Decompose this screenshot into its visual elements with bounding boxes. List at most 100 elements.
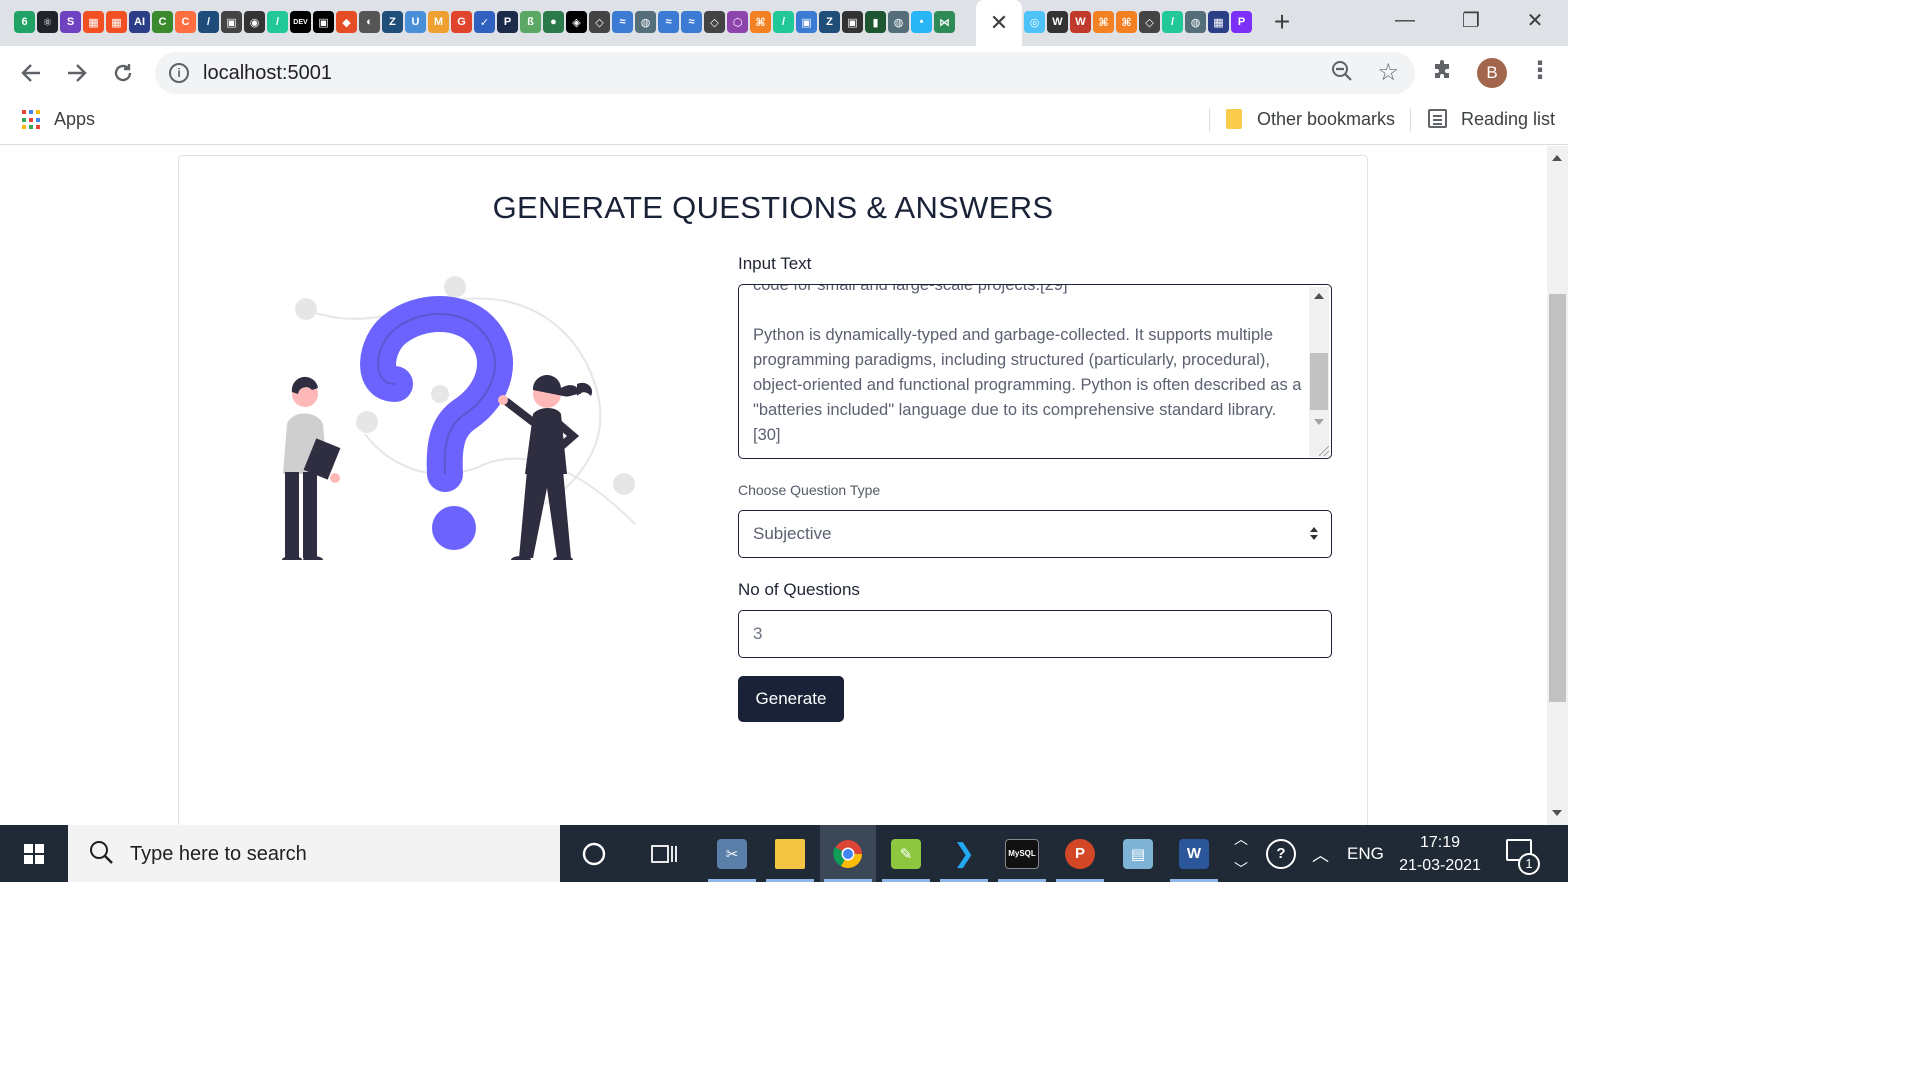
tab-favicon[interactable]: W (1047, 11, 1068, 33)
tab-favicon[interactable]: ▦ (1208, 11, 1229, 33)
tab-favicon[interactable]: ◉ (244, 11, 265, 33)
page-scrollbar[interactable] (1547, 146, 1568, 825)
tab-favicon[interactable]: / (267, 11, 288, 33)
browser-menu-icon[interactable]: ⋮ (1528, 56, 1552, 85)
vscode-icon[interactable]: ❯ (936, 825, 992, 882)
extensions-puzzle-icon[interactable] (1432, 58, 1454, 86)
page-scroll-up-icon[interactable] (1552, 155, 1562, 161)
close-tab-icon[interactable]: ✕ (990, 10, 1008, 36)
tab-favicon[interactable]: ▮ (865, 11, 886, 33)
textarea-scrollbar[interactable] (1309, 287, 1329, 457)
reading-list-link[interactable]: Reading list (1461, 109, 1555, 130)
back-arrow-icon[interactable] (14, 56, 48, 90)
tab-favicon[interactable]: S (60, 11, 81, 33)
tab-favicon[interactable]: C (175, 11, 196, 33)
tab-favicon[interactable]: ⋈ (934, 11, 955, 33)
tab-favicon[interactable]: C (152, 11, 173, 33)
word-icon[interactable]: W (1166, 825, 1222, 882)
page-scroll-down-icon[interactable] (1552, 810, 1562, 816)
bookmark-star-icon[interactable]: ☆ (1377, 58, 1399, 87)
tab-favicon[interactable]: ⌘ (1116, 11, 1137, 33)
notepad-plus-icon[interactable]: ✎ (878, 825, 934, 882)
taskbar-clock[interactable]: 17:19 21-03-2021 (1394, 831, 1486, 877)
cortana-icon[interactable] (566, 825, 622, 882)
language-indicator[interactable]: ENG (1347, 844, 1384, 864)
tab-favicon[interactable]: ▣ (842, 11, 863, 33)
tab-favicon[interactable]: ≈ (612, 11, 633, 33)
taskbar-search[interactable]: Type here to search (68, 825, 560, 882)
tab-favicon[interactable]: ▣ (796, 11, 817, 33)
tab-favicon[interactable]: ⌘ (1093, 11, 1114, 33)
question-type-select[interactable]: Subjective (738, 510, 1332, 558)
minimize-button[interactable]: — (1372, 0, 1438, 40)
page-scroll-thumb[interactable] (1549, 294, 1566, 702)
tab-favicon[interactable]: ◍ (635, 11, 656, 33)
reading-list-icon[interactable] (1428, 109, 1447, 128)
tab-favicon[interactable]: ▣ (313, 11, 334, 33)
help-icon[interactable]: ? (1254, 825, 1308, 882)
search-placeholder[interactable]: Type here to search (130, 843, 307, 866)
taskbar-scroll-down-icon[interactable]: ﹀ (1234, 859, 1248, 879)
tab-favicon[interactable]: AI (129, 11, 150, 33)
scroll-up-arrow-icon[interactable] (1314, 293, 1324, 299)
tab-favicon[interactable]: G (451, 11, 472, 33)
address-bar[interactable]: i localhost:5001 ☆ (155, 52, 1415, 94)
generate-button[interactable]: Generate (738, 676, 844, 722)
textarea-scroll-thumb[interactable] (1310, 353, 1328, 410)
task-view-icon[interactable] (636, 825, 692, 882)
apps-link[interactable]: Apps (54, 109, 95, 130)
tab-favicon[interactable]: P (497, 11, 518, 33)
tab-favicon[interactable]: ◈ (566, 11, 587, 33)
input-text-area[interactable]: code for small and large-scale projects.… (738, 284, 1332, 459)
site-info-icon[interactable]: i (169, 63, 189, 83)
reload-icon[interactable] (106, 56, 140, 90)
tab-favicon[interactable]: ≈ (681, 11, 702, 33)
tab-favicon[interactable]: / (1162, 11, 1183, 33)
tab-favicon[interactable]: / (198, 11, 219, 33)
tab-favicon[interactable]: ⬡ (727, 11, 748, 33)
tab-favicon[interactable]: Z (819, 11, 840, 33)
show-hidden-icons-icon[interactable]: ︿ (1312, 841, 1329, 866)
tab-favicon[interactable]: ● (543, 11, 564, 33)
tab-favicon[interactable]: ◍ (1185, 11, 1206, 33)
tab-favicon[interactable]: ◇ (1139, 11, 1160, 33)
tab-favicon[interactable]: W (1070, 11, 1091, 33)
notepad-icon[interactable]: ▤ (1110, 825, 1166, 882)
close-window-button[interactable]: ✕ (1502, 0, 1568, 40)
tab-favicon[interactable]: ◇ (589, 11, 610, 33)
file-explorer-icon[interactable] (762, 825, 818, 882)
chrome-icon[interactable] (820, 825, 876, 882)
tab-favicon[interactable]: ◎ (1024, 11, 1045, 33)
scroll-down-arrow-icon[interactable] (1314, 419, 1324, 425)
start-button[interactable] (0, 825, 68, 882)
tab-favicon[interactable]: ✓ (474, 11, 495, 33)
tab-favicon[interactable]: DEV (290, 11, 311, 33)
mysql-icon[interactable]: MySQL (994, 825, 1050, 882)
input-text-content[interactable]: code for small and large-scale projects.… (753, 285, 1303, 448)
tab-favicon[interactable]: 6 (14, 11, 35, 33)
tab-favicon[interactable]: • (911, 11, 932, 33)
active-tab[interactable]: ✕ (976, 0, 1022, 46)
tab-favicon[interactable]: ◐ (359, 11, 380, 33)
tab-favicon[interactable]: U (405, 11, 426, 33)
tab-favicon[interactable]: / (773, 11, 794, 33)
tab-favicon[interactable]: ▦ (83, 11, 104, 33)
other-bookmarks-link[interactable]: Other bookmarks (1257, 109, 1395, 130)
num-questions-input[interactable]: 3 (738, 610, 1332, 658)
powerpoint-icon[interactable]: P (1052, 825, 1108, 882)
taskbar-scroll-up-icon[interactable]: ︿ (1234, 829, 1248, 849)
profile-avatar[interactable]: B (1477, 58, 1507, 88)
tab-favicon[interactable]: P (1231, 11, 1252, 33)
url-text[interactable]: localhost:5001 (203, 62, 332, 85)
snipping-tool-icon[interactable]: ✂ (704, 825, 760, 882)
forward-arrow-icon[interactable] (60, 56, 94, 90)
restore-button[interactable]: ❐ (1438, 0, 1504, 40)
tab-favicon[interactable]: Z (382, 11, 403, 33)
zoom-icon[interactable] (1331, 60, 1353, 88)
folder-icon[interactable] (1226, 109, 1242, 129)
tab-favicon[interactable]: ◍ (888, 11, 909, 33)
tab-favicon[interactable]: ◆ (336, 11, 357, 33)
apps-grid-icon[interactable] (22, 110, 42, 130)
tab-favicon[interactable]: M (428, 11, 449, 33)
tab-favicon[interactable]: ◇ (704, 11, 725, 33)
